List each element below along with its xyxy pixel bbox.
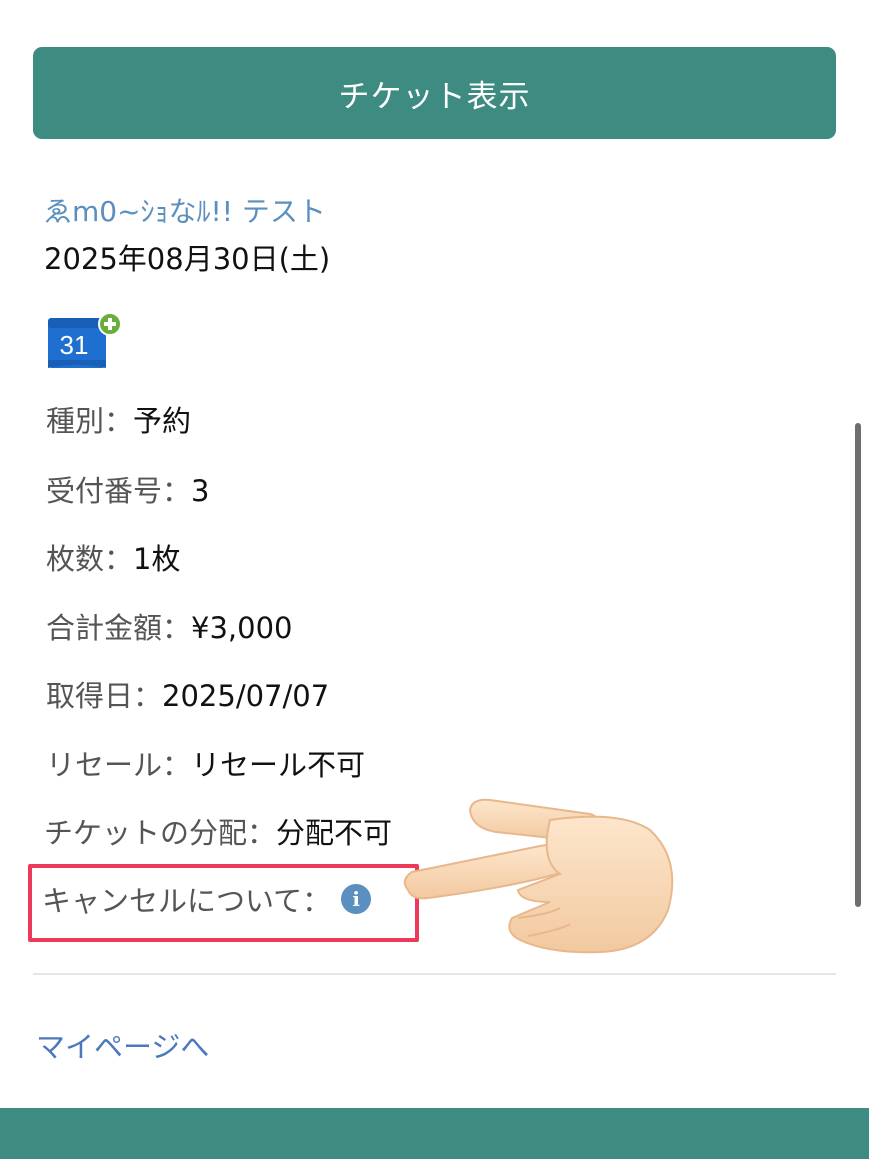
detail-row-type: 種別：予約 bbox=[46, 398, 191, 440]
detail-row-quantity: 枚数：1枚 bbox=[46, 536, 180, 578]
detail-row-acquired-date: 取得日：2025/07/07 bbox=[46, 673, 329, 715]
pointing-hand-icon bbox=[403, 798, 674, 954]
detail-label: 合計金額： bbox=[46, 611, 192, 645]
detail-label: 枚数： bbox=[46, 542, 134, 576]
footer-bar bbox=[0, 1108, 869, 1159]
detail-row-receipt-number: 受付番号：3 bbox=[46, 468, 209, 510]
ticket-detail-page: チケット表示 ゑm0~ｼｮなﾙ!! テスト 2025年08月30日(土) 31 … bbox=[0, 0, 869, 1159]
show-ticket-button[interactable]: チケット表示 bbox=[33, 47, 836, 139]
detail-label: リセール： bbox=[46, 748, 192, 782]
event-date: 2025年08月30日(土) bbox=[44, 242, 331, 276]
detail-label: 種別： bbox=[46, 404, 134, 438]
cancel-policy-label: キャンセルについて： bbox=[42, 884, 332, 918]
detail-row-total-amount: 合計金額：¥3,000 bbox=[46, 605, 293, 647]
detail-label: 受付番号： bbox=[46, 474, 192, 508]
detail-label: 取得日： bbox=[46, 679, 163, 713]
detail-value: 予約 bbox=[133, 404, 192, 438]
detail-value: リセール不可 bbox=[191, 748, 366, 782]
detail-label: チケットの分配： bbox=[44, 816, 277, 850]
info-icon[interactable]: i bbox=[341, 884, 372, 914]
section-divider bbox=[33, 973, 836, 975]
detail-value: 1枚 bbox=[133, 542, 181, 576]
detail-value: 3 bbox=[191, 474, 210, 508]
detail-row-distribution: チケットの分配：分配不可 bbox=[44, 810, 392, 852]
detail-value: ¥3,000 bbox=[191, 611, 293, 645]
calendar-day-number: 31 bbox=[60, 330, 89, 360]
mypage-link[interactable]: マイページへ bbox=[36, 1024, 209, 1066]
google-calendar-add-icon[interactable]: 31 bbox=[46, 312, 122, 370]
detail-value: 2025/07/07 bbox=[162, 679, 330, 713]
detail-value: 分配不可 bbox=[276, 816, 393, 850]
scrollbar-thumb[interactable] bbox=[855, 423, 861, 907]
detail-row-resale: リセール：リセール不可 bbox=[46, 742, 365, 784]
event-title-link[interactable]: ゑm0~ｼｮなﾙ!! テスト bbox=[44, 190, 326, 230]
cancel-policy-row: キャンセルについて： i bbox=[42, 878, 372, 920]
